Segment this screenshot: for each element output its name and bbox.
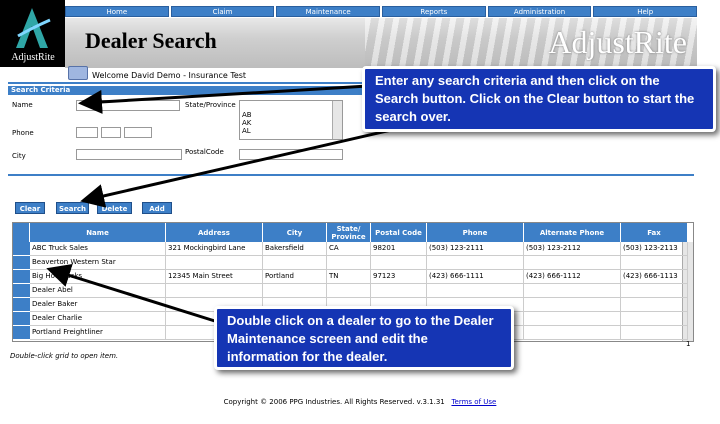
arrow-to-name [78, 84, 369, 114]
callout-search-instructions: Enter any search criteria and then click… [362, 66, 716, 132]
callout-grid-instructions: Double click on a dealer to go to the De… [214, 306, 514, 370]
arrow-to-grid [46, 263, 219, 324]
arrow-to-search [80, 126, 401, 208]
